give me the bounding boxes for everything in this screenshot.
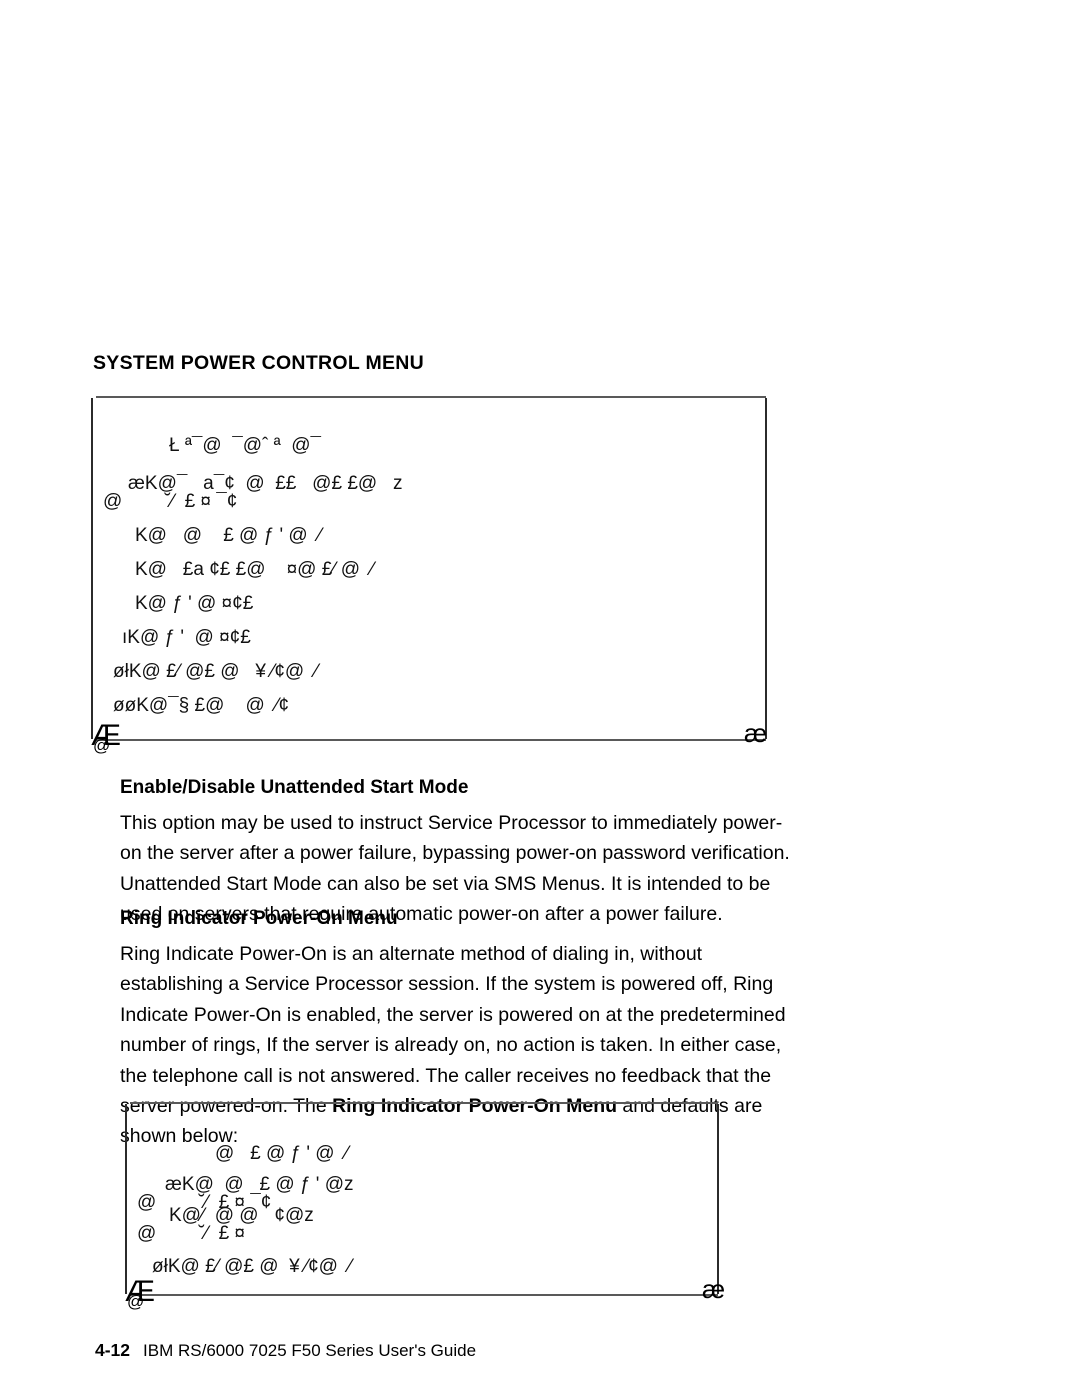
capture-line: @ ˘⁄ £ ¤ ¯¢	[103, 491, 238, 512]
capture-line: ıK@ ƒ ' @ ¤¢£	[122, 627, 251, 648]
capture-corner-ae-right-icon: æ	[702, 1274, 726, 1304]
capture-line: K@ £a ¢£ £@ ¤@ £⁄ @ ⁄	[135, 559, 374, 580]
capture-corner-at-icon: @	[93, 736, 111, 755]
capture-line: @ £ @ ƒ ' @ ⁄	[215, 1143, 349, 1164]
system-power-control-menu-capture: Ł ª¯@ ¯@ˆ ª @¯ æK@¯ a¯¢ @ ££ @£ £@ z @ ˘…	[91, 396, 767, 754]
capture-text-block: @ £ @ ƒ ' @ ⁄ æK@ @ £ @ ƒ ' @z @ ˘⁄ £ ¤ …	[125, 1102, 719, 1296]
page-number: 4-12	[95, 1340, 131, 1360]
ring-indicator-power-on-menu-capture: @ £ @ ƒ ' @ ⁄ æK@ @ £ @ ƒ ' @z @ ˘⁄ £ ¤ …	[125, 1102, 725, 1310]
footer-document-title: IBM RS/6000 7025 F50 Series User's Guide	[143, 1341, 477, 1360]
paragraph-ring-indicator-part1: Ring Indicate Power-On is an alternate m…	[120, 943, 786, 1118]
capture-line: @ ˘⁄ £ ¤	[137, 1223, 245, 1244]
capture-line: øłK@ £⁄ @£ @ ¥ ⁄¢@ ⁄	[113, 661, 318, 682]
capture-line: øłK@ £⁄ @£ @ ¥ ⁄¢@ ⁄	[152, 1256, 352, 1277]
capture-line: øøK@¯§ £@ @ ⁄¢	[113, 695, 290, 716]
capture-corner-ae-right-icon: æ	[744, 718, 768, 748]
capture-line: Ł ª¯@ ¯@ˆ ª @¯	[169, 435, 321, 456]
subsection-heading-unattended-start-mode: Enable/Disable Unattended Start Mode	[120, 777, 469, 798]
capture-line: K@ @ £ @ ƒ ' @ ⁄	[135, 525, 322, 546]
page-title: SYSTEM POWER CONTROL MENU	[93, 352, 425, 374]
page-footer: 4-12 IBM RS/6000 7025 F50 Series User's G…	[95, 1340, 476, 1361]
capture-corner-at-icon: @	[127, 1292, 145, 1311]
document-page: SYSTEM POWER CONTROL MENU Ł ª¯@ ¯@ˆ ª @¯…	[0, 0, 1080, 1397]
capture-line: K@ ƒ ' @ ¤¢£	[135, 593, 254, 614]
capture-text-block: Ł ª¯@ ¯@ˆ ª @¯ æK@¯ a¯¢ @ ££ @£ £@ z @ ˘…	[91, 396, 767, 741]
subsection-heading-ring-indicator: Ring Indicator Power-On Menu	[120, 908, 398, 929]
